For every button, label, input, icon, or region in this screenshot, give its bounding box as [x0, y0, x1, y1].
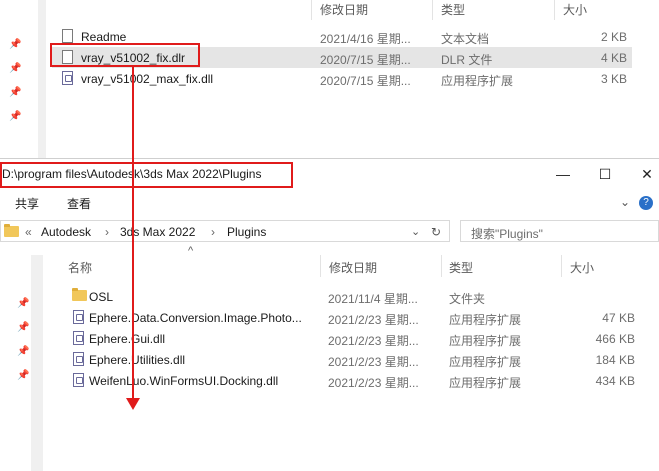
- file-modified: 2021/2/23 星期...: [328, 355, 419, 369]
- file-type: 文本文档: [441, 32, 490, 46]
- column-divider: [441, 255, 442, 277]
- ribbon-bar: 共享 查看 ⌄ ?: [0, 190, 659, 216]
- column-divider: [311, 0, 312, 20]
- nav-scrollbar[interactable]: [31, 255, 43, 471]
- pin-icon[interactable]: 📌: [17, 347, 29, 357]
- column-divider: [554, 0, 555, 20]
- highlight-box-dlr-file: [50, 43, 200, 67]
- file-size: 4 KB: [600, 51, 627, 65]
- file-name: Ephere.Data.Conversion.Image.Photo...: [89, 311, 302, 325]
- bottom-explorer-window: D:\program files\Autodesk\3ds Max 2022\P…: [0, 158, 659, 471]
- file-row-weifenluo[interactable]: WeifenLuo.WinFormsUI.Docking.dll 2021/2/…: [60, 370, 640, 391]
- tab-share[interactable]: 共享: [15, 195, 39, 212]
- pin-icon[interactable]: 📌: [17, 371, 29, 381]
- annotation-arrow-head: [126, 398, 140, 410]
- column-header-modified[interactable]: 修改日期: [320, 1, 368, 18]
- file-size: 2 KB: [600, 30, 627, 44]
- column-header-name[interactable]: 名称: [68, 259, 92, 276]
- file-size: 434 KB: [595, 374, 635, 388]
- file-modified: 2021/11/4 星期...: [328, 292, 418, 306]
- file-name: WeifenLuo.WinFormsUI.Docking.dll: [89, 374, 279, 388]
- file-row-osl[interactable]: OSL 2021/11/4 星期... 文件夹: [60, 286, 640, 307]
- top-explorer-window: 📌 📌 📌 📌 修改日期 类型 大小 Readme 2021/4/16 星期..…: [0, 0, 659, 158]
- file-name: Ephere.Utilities.dll: [89, 353, 186, 367]
- dll-file-icon: [62, 71, 73, 85]
- file-modified: 2021/4/16 星期...: [320, 32, 411, 46]
- file-modified: 2020/7/15 星期...: [320, 53, 411, 67]
- address-bar[interactable]: « Autodesk › 3ds Max 2022 › Plugins ⌄ ↻: [0, 220, 450, 242]
- file-name: Readme: [81, 30, 127, 44]
- column-header-modified[interactable]: 修改日期: [329, 259, 377, 276]
- column-header-size[interactable]: 大小: [563, 1, 587, 18]
- file-row-ephere-data[interactable]: Ephere.Data.Conversion.Image.Photo... 20…: [60, 307, 640, 328]
- file-type: 应用程序扩展: [441, 74, 514, 88]
- file-size: 466 KB: [595, 332, 635, 346]
- file-modified: 2021/2/23 星期...: [328, 313, 419, 327]
- tab-view[interactable]: 查看: [67, 195, 91, 212]
- nav-scrollbar[interactable]: [38, 0, 46, 158]
- column-divider: [320, 255, 321, 277]
- dropdown-chevron-icon[interactable]: ⌄: [411, 225, 420, 238]
- breadcrumb-autodesk[interactable]: Autodesk: [41, 225, 91, 239]
- file-size: 184 KB: [595, 353, 635, 367]
- file-row-ephere-gui[interactable]: Ephere.Gui.dll 2021/2/23 星期... 应用程序扩展 46…: [60, 328, 640, 349]
- text-file-icon: [62, 29, 73, 43]
- folder-icon: [72, 288, 87, 301]
- file-type: DLR 文件: [441, 53, 493, 67]
- file-modified: 2021/2/23 星期...: [328, 334, 419, 348]
- breadcrumb-plugins[interactable]: Plugins: [227, 225, 266, 239]
- column-header-type[interactable]: 类型: [449, 259, 473, 276]
- file-type: 应用程序扩展: [449, 376, 522, 390]
- pin-icon[interactable]: 📌: [9, 112, 21, 122]
- file-type: 应用程序扩展: [449, 334, 522, 348]
- file-name: Ephere.Gui.dll: [89, 332, 166, 346]
- file-type: 应用程序扩展: [449, 355, 522, 369]
- close-button[interactable]: ✕: [632, 164, 659, 184]
- pin-icon[interactable]: 📌: [17, 323, 29, 333]
- sort-ascending-icon: ^: [188, 245, 194, 257]
- folder-icon: [4, 224, 19, 237]
- dll-file-icon: [73, 331, 84, 345]
- pin-icon[interactable]: 📌: [9, 88, 21, 98]
- file-type: 应用程序扩展: [449, 313, 522, 327]
- pin-icon[interactable]: 📌: [17, 299, 29, 309]
- file-size: 47 KB: [602, 311, 635, 325]
- file-modified: 2020/7/15 星期...: [320, 74, 411, 88]
- column-header-type[interactable]: 类型: [441, 1, 465, 18]
- file-modified: 2021/2/23 星期...: [328, 376, 419, 390]
- dll-file-icon: [73, 352, 84, 366]
- pin-icon[interactable]: 📌: [9, 40, 21, 50]
- file-row-ephere-utilities[interactable]: Ephere.Utilities.dll 2021/2/23 星期... 应用程…: [60, 349, 640, 370]
- highlight-box-path: [0, 162, 293, 188]
- file-name: OSL: [89, 290, 114, 304]
- column-header-size[interactable]: 大小: [570, 259, 594, 276]
- ribbon-expand-icon[interactable]: ⌄: [620, 195, 630, 209]
- breadcrumb-overflow[interactable]: «: [25, 225, 32, 239]
- search-box[interactable]: 搜索"Plugins": [460, 220, 659, 242]
- maximize-button[interactable]: ☐: [590, 164, 620, 184]
- minimize-button[interactable]: —: [548, 164, 578, 184]
- file-name: vray_v51002_max_fix.dll: [81, 72, 214, 86]
- dll-file-icon: [73, 373, 84, 387]
- dll-file-icon: [73, 310, 84, 324]
- annotation-arrow-line: [132, 66, 134, 400]
- refresh-icon[interactable]: ↻: [431, 225, 441, 239]
- file-row-vray-dll[interactable]: vray_v51002_max_fix.dll 2020/7/15 星期... …: [52, 68, 632, 89]
- breadcrumb-separator: ›: [105, 225, 109, 239]
- column-divider: [561, 255, 562, 277]
- search-input[interactable]: 搜索"Plugins": [471, 225, 543, 242]
- file-size: 3 KB: [600, 72, 627, 86]
- pin-icon[interactable]: 📌: [9, 64, 21, 74]
- help-icon[interactable]: ?: [639, 196, 653, 210]
- breadcrumb-separator: ›: [211, 225, 215, 239]
- column-divider: [432, 0, 433, 20]
- quick-access-pane: 📌 📌 📌 📌: [0, 0, 32, 158]
- file-type: 文件夹: [449, 292, 486, 306]
